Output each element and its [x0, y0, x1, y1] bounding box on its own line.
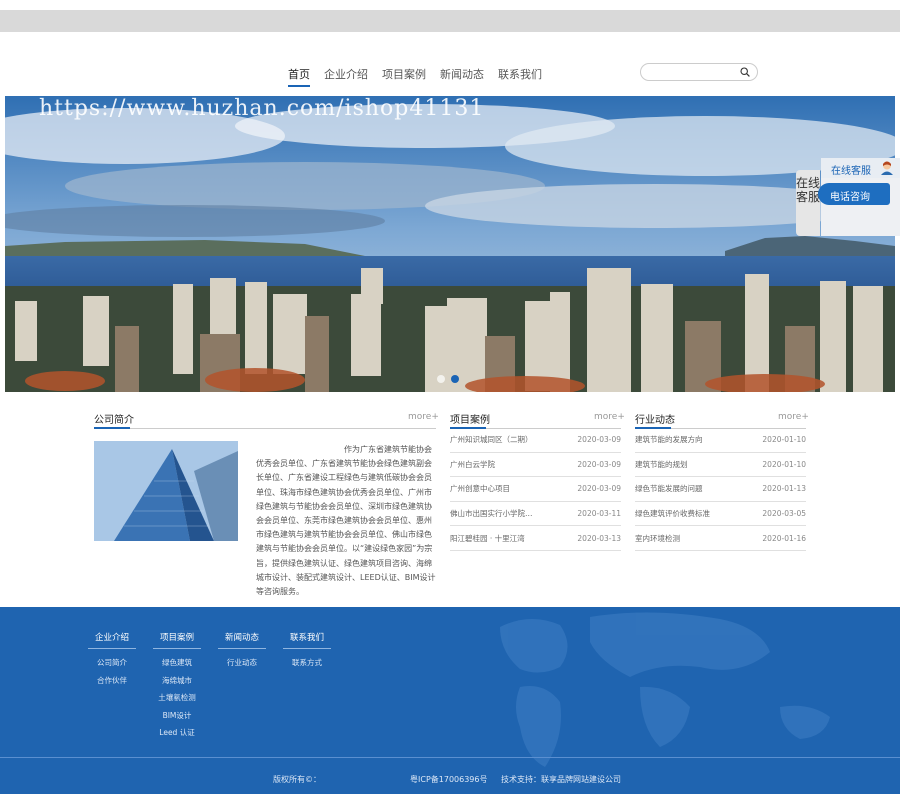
intro-title: 公司简介	[94, 415, 134, 426]
footer-col-news: 新闻动态 行业动态	[218, 631, 266, 675]
agent-avatar-icon	[881, 161, 893, 175]
intro-divider	[94, 427, 436, 429]
intro-more-link[interactable]: more+	[408, 412, 439, 422]
search-input[interactable]	[649, 68, 744, 84]
list-item[interactable]: 广州创意中心项目 2020-03-09	[450, 477, 621, 502]
nav-contact[interactable]: 联系我们	[498, 66, 542, 87]
footer-col-contact: 联系我们 联系方式	[283, 631, 331, 675]
list-item[interactable]: 建筑节能的规划 2020-01-10	[635, 453, 806, 478]
list-item[interactable]: 建筑节能的发展方向 2020-01-10	[635, 428, 806, 453]
list-item[interactable]: 广州知识城同区（二期） 2020-03-09	[450, 428, 621, 453]
footer-icp-link[interactable]: 粤ICP备17006396号	[410, 774, 488, 785]
list-item[interactable]: 室内环境检测 2020-01-16	[635, 526, 806, 551]
footer-col-heading[interactable]: 项目案例	[153, 631, 201, 649]
footer-copyright: 版权所有©：	[273, 775, 321, 784]
projects-more-link[interactable]: more+	[594, 412, 625, 422]
footer-link[interactable]: 合作伙伴	[88, 675, 136, 693]
footer-col-heading[interactable]: 企业介绍	[88, 631, 136, 649]
list-item[interactable]: 绿色节能发展的问题 2020-01-13	[635, 477, 806, 502]
intro-building-image	[94, 441, 238, 541]
main-nav: 首页 企业介绍 项目案例 新闻动态 联系我们	[288, 66, 542, 87]
search-icon[interactable]	[740, 67, 750, 77]
news-more-link[interactable]: more+	[778, 412, 809, 422]
nav-about[interactable]: 企业介绍	[324, 66, 368, 87]
footer-link[interactable]: 绿色建筑	[153, 657, 201, 675]
service-head-label: 在线客服	[831, 166, 871, 177]
hero-banner: https://www.huzhan.com/ishop41131	[5, 96, 895, 392]
service-head: 在线客服	[821, 158, 900, 178]
footer-link[interactable]: 公司简介	[88, 657, 136, 675]
site-footer: 企业介绍 公司简介 合作伙伴 项目案例 绿色建筑 海绵城市 土壤氡检测 BIM设…	[0, 607, 900, 794]
service-tab[interactable]: 在线客服	[796, 170, 820, 236]
slider-dots	[437, 375, 459, 383]
projects-title: 项目案例	[450, 415, 490, 426]
nav-news[interactable]: 新闻动态	[440, 66, 484, 87]
footer-link[interactable]: 联系方式	[283, 657, 331, 675]
intro-text: 作为广东省建筑节能协会优秀会员单位、广东省建筑节能协会绿色建筑副会长单位、广东省…	[256, 445, 436, 597]
footer-col-about: 企业介绍 公司简介 合作伙伴	[88, 631, 136, 692]
slider-dot-2[interactable]	[451, 375, 459, 383]
footer-link[interactable]: 土壤氡检测	[153, 692, 201, 710]
online-service-widget: 在线客服 在线客服 电话咨询	[796, 158, 900, 236]
search-box	[640, 63, 758, 84]
phone-consult-button[interactable]: 电话咨询	[818, 183, 890, 205]
list-item[interactable]: 阳江碧桂园 · 十里江湾 2020-03-13	[450, 526, 621, 551]
footer-link[interactable]: BIM设计	[153, 710, 201, 728]
banner-watermark: https://www.huzhan.com/ishop41131	[39, 96, 485, 121]
nav-home[interactable]: 首页	[288, 66, 310, 87]
footer-col-heading[interactable]: 新闻动态	[218, 631, 266, 649]
footer-link[interactable]: 海绵城市	[153, 675, 201, 693]
slider-dot-1[interactable]	[437, 375, 445, 383]
footer-link[interactable]: 行业动态	[218, 657, 266, 675]
top-bar	[0, 10, 900, 32]
list-item[interactable]: 广州白云学院 2020-03-09	[450, 453, 621, 478]
city-skyline-image	[5, 96, 895, 392]
footer-link[interactable]: Leed 认证	[153, 727, 201, 745]
nav-projects[interactable]: 项目案例	[382, 66, 426, 87]
footer-tech-support[interactable]: 技术支持：联享品牌网站建设公司	[501, 774, 621, 785]
projects-list: 广州知识城同区（二期） 2020-03-09 广州白云学院 2020-03-09 广…	[450, 428, 621, 551]
footer-col-projects: 项目案例 绿色建筑 海绵城市 土壤氡检测 BIM设计 Leed 认证	[153, 631, 201, 745]
list-item[interactable]: 绿色建筑评价收费标准 2020-03-05	[635, 502, 806, 527]
news-list: 建筑节能的发展方向 2020-01-10 建筑节能的规划 2020-01-10 绿色…	[635, 428, 806, 551]
list-item[interactable]: 佛山市出国实行小学院… 2020-03-11	[450, 502, 621, 527]
news-title: 行业动态	[635, 415, 675, 426]
footer-col-heading[interactable]: 联系我们	[283, 631, 331, 649]
footer-divider	[0, 757, 900, 758]
